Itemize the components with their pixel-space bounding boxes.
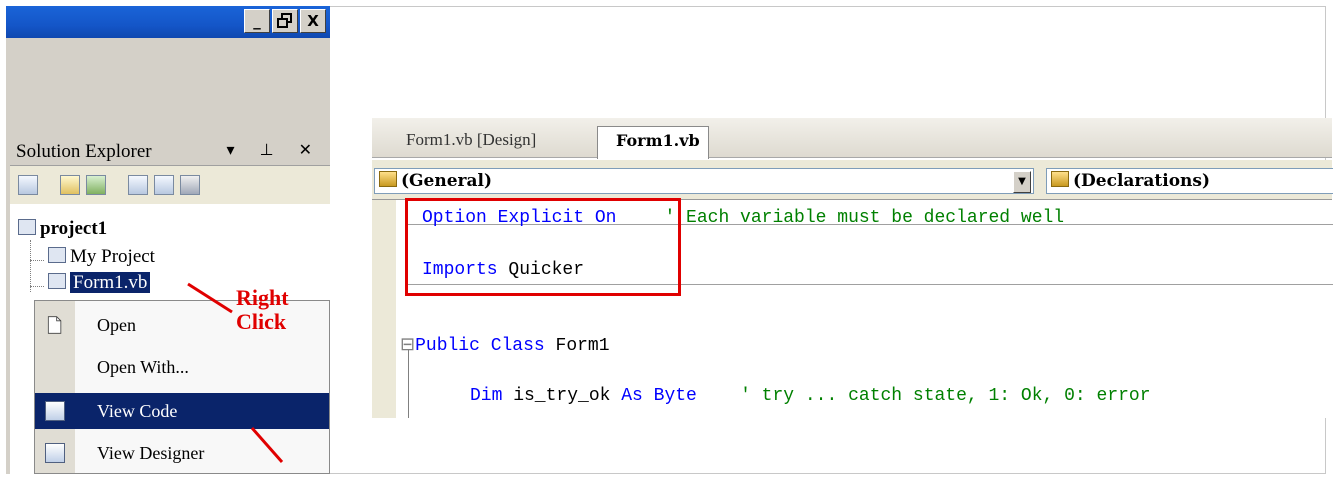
tab-form1-design[interactable]: Form1.vb [Design] <box>396 126 546 158</box>
collapse-icon: ⊟ <box>400 336 416 356</box>
arrow-to-view-code <box>250 427 284 463</box>
document-tabbar: Form1.vb [Design] Form1.vb <box>372 118 1332 159</box>
highlight-box <box>405 198 681 296</box>
class-name-combo[interactable]: (General) ▼ <box>374 168 1034 194</box>
code-line-4: Dim is_try_ok As Byte ' try ... catch st… <box>470 386 1151 406</box>
method-name-combo[interactable]: (Declarations) <box>1046 168 1333 194</box>
class-combo-value: (General) <box>401 171 493 191</box>
chevron-down-icon[interactable]: ▼ <box>1013 171 1031 193</box>
tab-form1-code[interactable]: Form1.vb <box>597 126 709 159</box>
declarations-icon <box>1051 171 1069 187</box>
method-combo-value: (Declarations) <box>1073 171 1211 191</box>
navigation-bar: (General) ▼ (Declarations) <box>372 160 1333 200</box>
general-icon <box>379 171 397 187</box>
arrow-to-form1 <box>187 282 233 314</box>
fold-line <box>408 350 409 418</box>
code-line-3: ⊟Public Class Form1 <box>400 336 610 356</box>
editor-gutter <box>372 200 396 418</box>
